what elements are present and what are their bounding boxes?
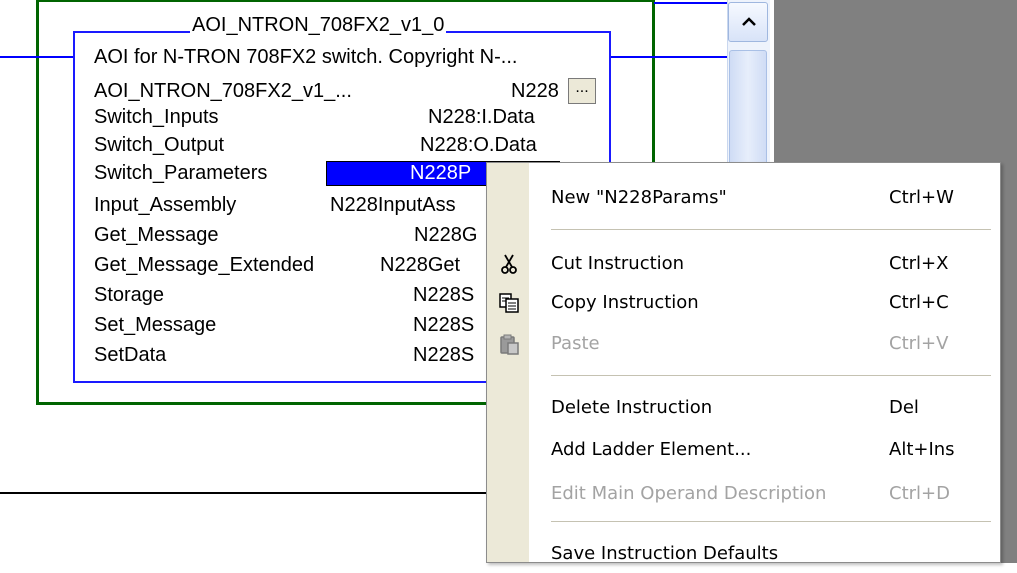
scissors-icon <box>501 254 517 274</box>
aoi-param-value[interactable]: N228InputAss <box>330 194 456 217</box>
scroll-up-button[interactable] <box>728 2 768 42</box>
menu-item-paste: Paste Ctrl+V <box>487 325 1000 363</box>
ellipsis-button[interactable]: ... <box>568 78 596 104</box>
rung-left-border <box>36 0 39 405</box>
menu-item-label: New "N228Params" <box>551 187 727 208</box>
aoi-description: AOI for N-TRON 708FX2 switch. Copyright … <box>94 46 518 68</box>
rung-top-border <box>36 0 655 2</box>
menu-separator <box>551 521 991 522</box>
aoi-param-label: Storage <box>94 284 165 306</box>
menu-separator <box>551 375 991 376</box>
menu-item-shortcut: Del <box>889 397 919 418</box>
menu-item-add-ladder-element[interactable]: Add Ladder Element... Alt+Ins <box>487 431 1000 469</box>
menu-item-copy-instruction[interactable]: Copy Instruction Ctrl+C <box>487 284 1000 322</box>
paste-icon <box>500 334 519 355</box>
menu-item-shortcut: Ctrl+C <box>889 292 949 313</box>
rung-separator-line <box>0 492 486 494</box>
aoi-param-value[interactable]: N228 <box>511 80 559 103</box>
context-menu: New "N228Params" Ctrl+W Cut Instruction … <box>486 162 1001 564</box>
menu-item-shortcut: Ctrl+W <box>889 187 954 208</box>
aoi-param-label: Get_Message_Extended <box>94 254 315 276</box>
menu-item-cut-instruction[interactable]: Cut Instruction Ctrl+X <box>487 245 1000 283</box>
menu-item-shortcut: Ctrl+X <box>889 253 949 274</box>
menu-separator <box>551 229 991 230</box>
aoi-title: AOI_NTRON_708FX2_v1_0 <box>190 14 447 37</box>
aoi-param-value-selected[interactable]: N228P <box>410 162 471 185</box>
aoi-param-value[interactable]: N228S <box>413 284 474 307</box>
menu-item-label: Add Ladder Element... <box>551 439 752 460</box>
aoi-param-label: Get_Message <box>94 224 219 246</box>
aoi-param-label: SetData <box>94 344 167 366</box>
menu-item-shortcut: Ctrl+V <box>889 333 949 354</box>
menu-item-label: Copy Instruction <box>551 292 699 313</box>
menu-item-save-instruction-defaults[interactable]: Save Instruction Defaults <box>487 535 1000 573</box>
aoi-param-value[interactable]: N228S <box>413 344 474 367</box>
rung-wire-right <box>611 56 727 58</box>
aoi-param-label: AOI_NTRON_708FX2_v1_... <box>94 80 352 102</box>
copy-icon <box>499 293 519 313</box>
menu-item-shortcut: Ctrl+D <box>889 483 950 504</box>
menu-item-label: Edit Main Operand Description <box>551 483 827 504</box>
menu-item-delete-instruction[interactable]: Delete Instruction Del <box>487 389 1000 427</box>
menu-item-label: Paste <box>551 333 600 354</box>
aoi-param-label: Switch_Output <box>94 134 225 156</box>
aoi-param-value[interactable]: N228:I.Data <box>428 106 535 129</box>
aoi-param-label: Switch_Parameters <box>94 162 268 184</box>
aoi-param-label: Input_Assembly <box>94 194 237 216</box>
menu-item-label: Save Instruction Defaults <box>551 543 779 564</box>
rung-wire-left <box>0 56 75 58</box>
menu-item-label: Delete Instruction <box>551 397 713 418</box>
aoi-param-label: Switch_Inputs <box>94 106 219 128</box>
aoi-param-label: Set_Message <box>94 314 217 336</box>
menu-item-edit-operand-description: Edit Main Operand Description Ctrl+D <box>487 475 1000 513</box>
rung-wire-top-right <box>654 2 727 4</box>
menu-item-shortcut: Alt+Ins <box>889 439 955 460</box>
aoi-param-value[interactable]: N228:O.Data <box>420 134 537 157</box>
aoi-param-value[interactable]: N228S <box>413 314 474 337</box>
menu-item-new-tag[interactable]: New "N228Params" Ctrl+W <box>487 179 1000 217</box>
chevron-up-icon <box>742 17 756 26</box>
aoi-param-value[interactable]: N228G <box>414 224 477 247</box>
aoi-param-value[interactable]: N228Get <box>380 254 460 277</box>
menu-item-label: Cut Instruction <box>551 253 685 274</box>
